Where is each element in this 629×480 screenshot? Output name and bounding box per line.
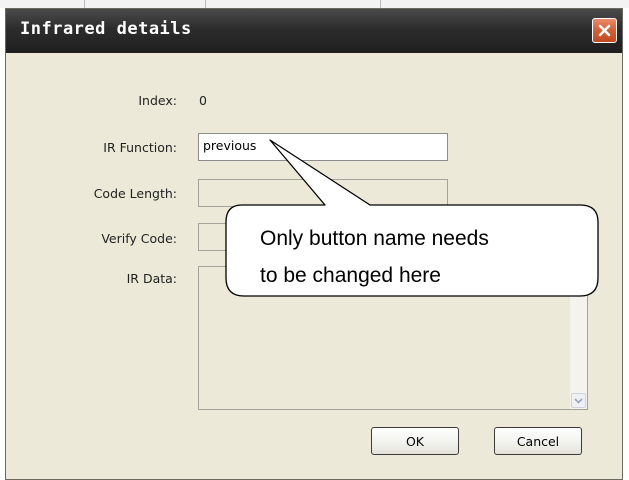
annotation-line-1: Only button name needs	[260, 227, 489, 250]
chevron-down-icon	[574, 397, 583, 404]
scroll-down-button[interactable]	[571, 393, 586, 408]
ok-button[interactable]: OK	[371, 427, 459, 455]
index-label: Index:	[138, 93, 177, 108]
annotation-line-2: to be changed here	[260, 264, 441, 287]
ir-data-label: IR Data:	[126, 271, 177, 286]
close-icon	[598, 24, 611, 37]
background-divider	[380, 0, 381, 8]
ir-data-scrollbar[interactable]	[570, 267, 587, 409]
close-button[interactable]	[592, 18, 617, 43]
ir-function-input[interactable]: previous	[198, 133, 448, 161]
index-value: 0	[199, 93, 207, 108]
background-divider	[84, 0, 85, 8]
code-length-input[interactable]	[198, 179, 448, 207]
background-window-strip	[0, 0, 629, 8]
code-length-label: Code Length:	[93, 186, 177, 201]
cancel-button[interactable]: Cancel	[494, 427, 582, 455]
title-bar[interactable]: Infrared details	[6, 9, 622, 53]
ir-function-label: IR Function:	[103, 140, 177, 155]
background-divider	[205, 0, 206, 8]
verify-code-label: Verify Code:	[101, 231, 177, 246]
dialog-title: Infrared details	[20, 19, 192, 39]
